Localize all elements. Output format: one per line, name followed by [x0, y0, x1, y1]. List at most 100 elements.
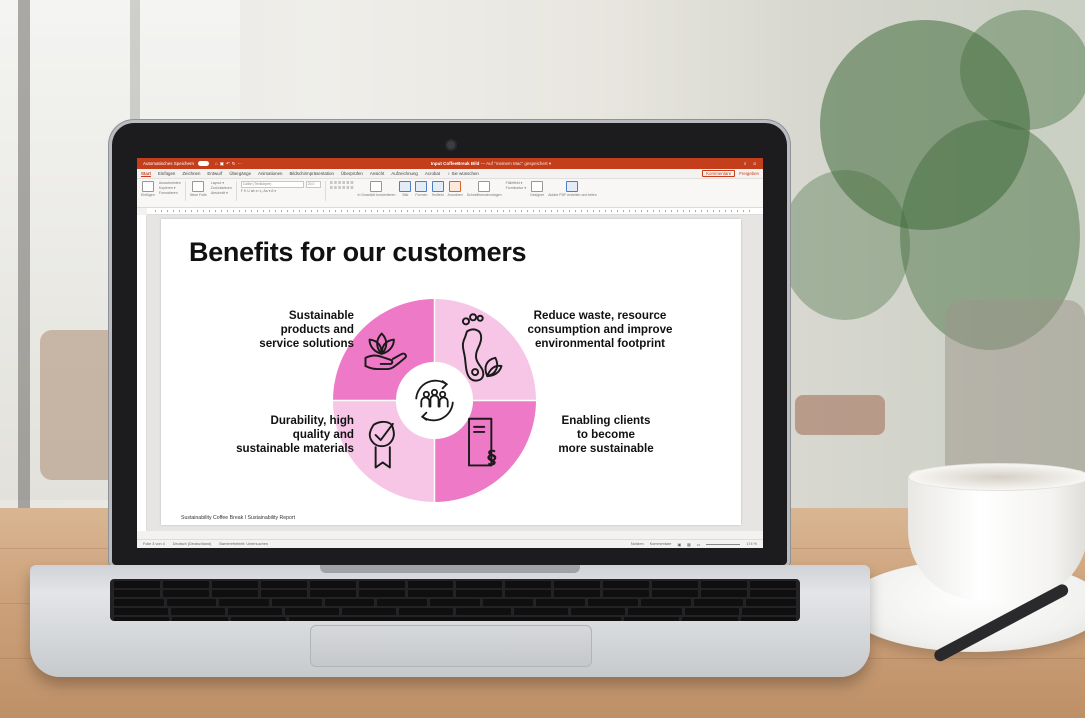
shapes-label: Formen	[415, 193, 428, 197]
share-button[interactable]: Freigeben	[739, 171, 759, 176]
quick-styles-icon	[478, 181, 491, 192]
vertical-ruler	[137, 215, 147, 531]
format-painter-button[interactable]: Formatieren	[159, 191, 181, 195]
benefit-label-bottom-right[interactable]: Enabling clients to become more sustaina…	[536, 414, 676, 456]
accessibility-check[interactable]: Barrierefreiheit: Untersuchen	[219, 542, 268, 546]
tab-ansicht[interactable]: Ansicht	[370, 171, 384, 176]
search-icon[interactable]: ⌕	[744, 161, 747, 166]
arrange-label: Anordnen	[447, 193, 463, 197]
slide-footer[interactable]: Sustainability Coffee Break I Sustainabi…	[181, 515, 295, 521]
new-slide-icon	[192, 181, 205, 192]
paste-label: Einfügen	[141, 193, 155, 197]
tab-entwurf[interactable]: Entwurf	[207, 171, 222, 176]
laptop-screen: Automatisches Speichern ⌂ ▣ ↶ ↻ ⋯ Input …	[137, 158, 763, 548]
paragraph-buttons[interactable]: ☰ ☰ ☰ ☰ ☰ ☰	[330, 186, 354, 190]
save-icon[interactable]: ▣	[220, 161, 224, 167]
autosave-label: Automatisches Speichern	[143, 161, 195, 166]
tab-einfuegen[interactable]: Einfügen	[158, 171, 175, 176]
reset-button[interactable]: Zurücksetzen	[211, 186, 232, 190]
layout-button[interactable]: Layout ▾	[211, 181, 232, 185]
new-slide-label: Neue Folie	[189, 193, 207, 197]
tab-ueberpruefen[interactable]: Überprüfen	[341, 171, 363, 176]
smartart-icon	[370, 181, 383, 192]
background-plant	[780, 170, 910, 320]
document-save-status[interactable]: — Auf "meinem Mac" gespeichert ▾	[481, 161, 551, 166]
clipboard-group: Ausschneiden Kopieren ▾ Formatieren	[159, 181, 181, 195]
slide-counter: Folie 3 von 4	[143, 542, 165, 546]
font-size-select[interactable]: 20,0	[305, 181, 321, 188]
adobe-pdf-button[interactable]: Adobe PDF erstellen und teilen	[548, 181, 597, 197]
shapes-icon	[415, 181, 428, 192]
document-title: Input CoffeeBreak Bild	[430, 160, 480, 166]
undo-icon[interactable]: ↶	[226, 161, 230, 167]
benefit-label-bottom-left[interactable]: Durability, high quality and sustainable…	[201, 414, 354, 456]
tab-bildschirmpraesentation[interactable]: Bildschirmpräsentation	[289, 171, 333, 176]
textbox-label: Textfeld	[431, 193, 444, 197]
font-format-buttons[interactable]: F K U ab x² x₂ Aa ▾ A ▾	[241, 189, 321, 193]
home-icon[interactable]: ⌂	[215, 161, 218, 166]
autosave-toggle[interactable]	[198, 161, 210, 166]
laptop-keyboard	[110, 579, 800, 621]
quick-styles-label: Schnellformatvorlagen	[466, 193, 502, 197]
paragraph-buttons[interactable]: ☰ ☰ ☰ ☰ ☰ ☰	[330, 181, 354, 185]
arrange-button[interactable]: Anordnen	[448, 181, 463, 197]
redo-icon[interactable]: ↻	[232, 161, 236, 167]
textbox-icon	[431, 181, 444, 192]
quick-styles-button[interactable]: Schnellformatvorlagen	[467, 181, 502, 197]
comments-status-button[interactable]: Kommentare	[650, 542, 672, 546]
more-icon[interactable]: ⋯	[238, 161, 243, 167]
fill-button[interactable]: Fülleffekt ▾	[506, 181, 527, 185]
clipboard-icon	[141, 181, 154, 192]
horizontal-ruler	[147, 208, 763, 215]
tab-zeichnen[interactable]: Zeichnen	[182, 171, 200, 176]
textbox-button[interactable]: Textfeld	[431, 181, 444, 197]
slide-title[interactable]: Benefits for our customers	[189, 237, 527, 268]
benefit-label-top-left[interactable]: Sustainable products and service solutio…	[201, 309, 354, 351]
benefit-label-top-right[interactable]: Reduce waste, resource consumption and i…	[510, 309, 690, 351]
title-bar: Automatisches Speichern ⌂ ▣ ↶ ↻ ⋯ Input …	[137, 158, 763, 169]
window-frame	[18, 0, 30, 520]
comments-button[interactable]: Kommentare	[702, 170, 736, 177]
adobe-pdf-label: Adobe PDF erstellen und teilen	[548, 193, 597, 197]
designer-icon	[531, 181, 544, 192]
language-indicator[interactable]: Deutsch (Deutschland)	[173, 542, 212, 546]
sorter-view-icon[interactable]: ▦	[687, 542, 691, 547]
reading-view-icon[interactable]: ▭	[697, 542, 701, 547]
picture-button[interactable]: Bild	[399, 181, 412, 197]
tab-aufzeichnung[interactable]: Aufzeichnung	[391, 171, 418, 176]
background-plant	[960, 10, 1085, 130]
designer-button[interactable]: Designer	[530, 181, 544, 197]
tab-acrobat[interactable]: Acrobat	[425, 171, 440, 176]
ribbon-tabs: Start Einfügen Zeichnen Entwurf Übergäng…	[137, 169, 763, 179]
outline-button[interactable]: Formkontur ▾	[506, 186, 527, 190]
cut-button[interactable]: Ausschneiden	[159, 181, 181, 185]
new-slide-button[interactable]: Neue Folie	[190, 181, 207, 197]
account-icon[interactable]: ☺	[752, 161, 757, 166]
picture-label: Bild	[402, 193, 409, 197]
wheel-center	[395, 361, 474, 440]
webcam	[447, 141, 455, 149]
photo-scene: Automatisches Speichern ⌂ ▣ ↶ ↻ ⋯ Input …	[0, 0, 1085, 718]
tab-uebergaenge[interactable]: Übergänge	[229, 171, 251, 176]
zoom-level[interactable]: 174 %	[746, 542, 757, 546]
adobe-pdf-icon	[566, 181, 579, 192]
section-button[interactable]: Abschnitt ▾	[211, 191, 232, 195]
font-name-select[interactable]: Calibri (Textkörper)	[240, 181, 304, 188]
tab-start[interactable]: Start	[141, 171, 152, 177]
normal-view-icon[interactable]: ▣	[677, 542, 681, 547]
paste-button[interactable]: Einfügen	[141, 181, 155, 197]
tab-tell-me[interactable]: ♀ Sie wünschen	[447, 171, 479, 176]
convert-smartart-label: In SmartArt konvertieren	[357, 193, 396, 197]
shapes-button[interactable]: Formen	[415, 181, 427, 197]
ribbon: Einfügen Ausschneiden Kopieren ▾ Formati…	[137, 179, 763, 208]
convert-smartart-button[interactable]: In SmartArt konvertieren	[357, 181, 395, 197]
copy-button[interactable]: Kopieren ▾	[159, 186, 181, 190]
slide-canvas[interactable]: Benefits for our customers § Sustainable…	[161, 219, 741, 525]
zoom-slider[interactable]	[706, 542, 741, 546]
slide-editor: Benefits for our customers § Sustainable…	[137, 215, 763, 531]
notes-button[interactable]: Notizen	[631, 542, 644, 546]
tab-animationen[interactable]: Animationen	[258, 171, 282, 176]
cup-rim	[908, 463, 1085, 491]
designer-label: Designer	[530, 193, 545, 197]
slides-group: Layout ▾ Zurücksetzen Abschnitt ▾	[211, 181, 232, 195]
